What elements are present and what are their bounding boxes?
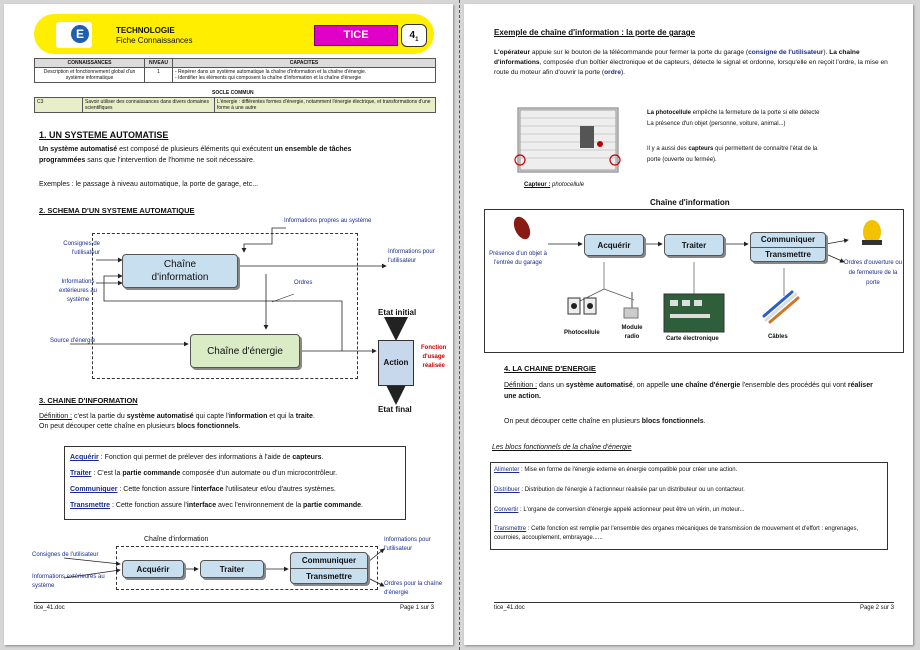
diag2-label-infos-user: Informations pour l'utilisateur xyxy=(384,537,431,552)
section-4-title: 4. LA CHAINE D'ENERGIE xyxy=(504,364,596,373)
diag2-label-ordres: Ordres pour la chaîne d'énergie xyxy=(384,581,443,596)
footer-page-number: Page 2 sur 3 xyxy=(859,605,894,611)
footer-page-number: Page 1 sur 3 xyxy=(399,605,434,611)
label-cables: Câbles xyxy=(768,334,788,340)
page-2: Exemple de chaîne d'information : la por… xyxy=(464,4,913,645)
def-transmettre-energie: Transmettre : Cette fonction est remplie… xyxy=(494,526,859,541)
label-photocellule: Photocellule xyxy=(564,330,600,336)
chain-acquerir-block: Acquérir xyxy=(584,234,644,256)
chain-traiter-block: Traiter xyxy=(664,234,724,256)
label-module-radio: Module radio xyxy=(621,325,643,340)
diag2-comm-block: Communiquer Transmettre xyxy=(290,552,368,584)
def-alimenter: Alimenter : Mise en forme de l'énergie e… xyxy=(494,467,738,473)
diag2-label-infos-ext: Informations extérieures au système xyxy=(32,574,105,589)
footer-file: tice_41.doc xyxy=(34,605,65,611)
section-4-definition: Définition : dans un système automatisé,… xyxy=(504,382,873,400)
footer-page-1: tice_41.doc Page 1 sur 3 xyxy=(34,602,434,611)
footer-file: tice_41.doc xyxy=(494,605,525,611)
label-presence-objet: Présence d'un objet à l'entrée du garage xyxy=(489,251,547,266)
diag2-acquerir-block: Acquérir xyxy=(122,560,184,578)
page-1: E TECHNOLOGIE Fiche Connaissances TICE 4… xyxy=(4,4,453,645)
blocs-energie-title: Les blocs fonctionnels de la chaîne d'én… xyxy=(492,444,632,451)
label-carte: Carte électronique xyxy=(666,336,719,342)
label-ordres-ouverture: Ordres d'ouverture ou de fermeture de la… xyxy=(843,260,903,286)
footer-page-2: tice_41.doc Page 2 sur 3 xyxy=(494,602,894,611)
page-divider xyxy=(459,0,460,650)
def-distribuer: Distribuer : Distribution de l'énergie à… xyxy=(494,487,745,493)
section-4-blocs: On peut découper cette chaîne en plusieu… xyxy=(504,418,706,425)
diag2-label-consignes: Consignes de l'utilisateur xyxy=(32,552,99,558)
diag2-traiter-block: Traiter xyxy=(200,560,264,578)
chain-comm-block: Communiquer Transmettre xyxy=(750,232,826,262)
def-convertir: Convertir : L'organe de conversion d'éne… xyxy=(494,507,745,513)
